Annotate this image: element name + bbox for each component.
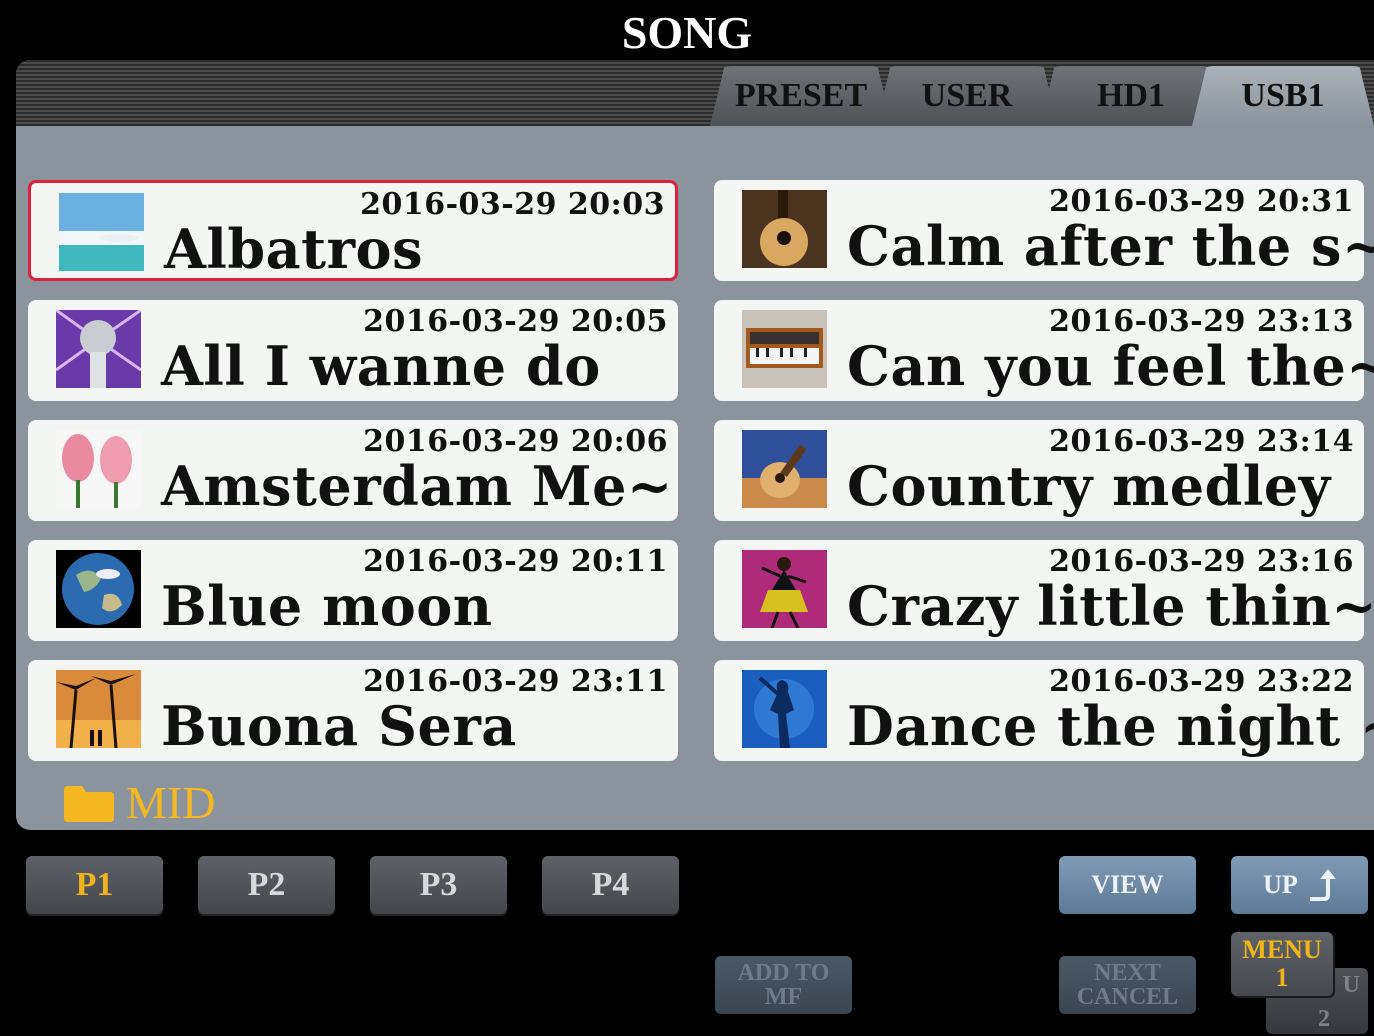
page-button-p1[interactable]: P1 bbox=[26, 856, 163, 914]
earth-icon bbox=[56, 550, 141, 628]
song-name: Dance the night ~ bbox=[847, 694, 1374, 758]
tab-user[interactable]: USER bbox=[876, 66, 1058, 126]
page-button-p4[interactable]: P4 bbox=[542, 856, 679, 914]
song-item-calm-after-the-storm[interactable]: 2016-03-29 20:31 Calm after the s~ bbox=[714, 180, 1374, 281]
song-name: Country medley bbox=[847, 454, 1331, 518]
song-item-albatros[interactable]: 2016-03-29 20:03 Albatros bbox=[28, 180, 678, 281]
add-to-mf-label-1: ADD TO bbox=[737, 960, 830, 986]
guitar-sky-icon bbox=[742, 430, 827, 508]
song-name: Can you feel the~ bbox=[847, 334, 1374, 398]
tab-preset[interactable]: PRESET bbox=[710, 66, 892, 126]
view-button[interactable]: VIEW bbox=[1059, 856, 1196, 914]
song-name: Calm after the s~ bbox=[847, 214, 1374, 278]
song-item-crazy-little-thing[interactable]: 2016-03-29 23:16 Crazy little thin~ bbox=[714, 540, 1374, 641]
palm-sunset-icon bbox=[56, 670, 141, 748]
song-name: Buona Sera bbox=[161, 694, 517, 758]
menu2-letter: U bbox=[1342, 972, 1360, 998]
song-item-all-i-wanne-do[interactable]: 2016-03-29 20:05 All I wanne do bbox=[28, 300, 678, 401]
tab-usb1[interactable]: USB1 bbox=[1192, 66, 1374, 126]
add-to-mf-button[interactable]: ADD TO MF bbox=[715, 956, 852, 1014]
folder-mid[interactable]: MID bbox=[64, 776, 215, 829]
folder-icon bbox=[64, 785, 114, 822]
up-arrow-icon bbox=[1309, 869, 1336, 901]
song-item-country-medley[interactable]: 2016-03-29 23:14 Country medley bbox=[714, 420, 1364, 521]
dancer-icon bbox=[742, 550, 827, 628]
page-button-p2[interactable]: P2 bbox=[198, 856, 335, 914]
song-item-blue-moon[interactable]: 2016-03-29 20:11 Blue moon bbox=[28, 540, 678, 641]
tulips-icon bbox=[56, 430, 141, 508]
cancel-label: CANCEL bbox=[1076, 984, 1179, 1010]
song-item-can-you-feel-the[interactable]: 2016-03-29 23:13 Can you feel the~ bbox=[714, 300, 1374, 401]
menu1-label: MENU bbox=[1242, 935, 1322, 964]
menu-1-button[interactable]: MENU 1 bbox=[1231, 932, 1333, 996]
next-label: NEXT bbox=[1094, 960, 1161, 986]
song-name: Blue moon bbox=[161, 574, 493, 638]
menu1-number: 1 bbox=[1275, 963, 1289, 992]
ocean-beach-icon bbox=[59, 193, 144, 271]
up-label: UP bbox=[1263, 870, 1298, 899]
screen-title: SONG bbox=[621, 7, 753, 58]
add-to-mf-label-2: MF bbox=[764, 984, 803, 1010]
song-name: All I wanne do bbox=[161, 334, 601, 398]
song-item-buona-sera[interactable]: 2016-03-29 23:11 Buona Sera bbox=[28, 660, 678, 761]
acoustic-guitar-icon bbox=[742, 190, 827, 268]
menu2-number: 2 bbox=[1318, 1006, 1330, 1032]
synthesizer-icon bbox=[742, 310, 827, 388]
song-name: Amsterdam Me~ bbox=[161, 454, 673, 518]
up-button[interactable]: UP bbox=[1231, 856, 1368, 914]
song-name: Crazy little thin~ bbox=[847, 574, 1374, 638]
tab-bar: PRESET USER HD1 USB1 bbox=[16, 60, 1374, 126]
view-label: VIEW bbox=[1091, 870, 1164, 899]
folder-label: MID bbox=[126, 777, 216, 828]
song-item-amsterdam[interactable]: 2016-03-29 20:06 Amsterdam Me~ bbox=[28, 420, 678, 521]
song-browser-panel: PRESET USER HD1 USB1 2016-03-29 20:03 Al… bbox=[16, 60, 1374, 830]
dancer-silhouette-icon bbox=[742, 670, 827, 748]
song-item-dance-the-night[interactable]: 2016-03-29 23:22 Dance the night ~ bbox=[714, 660, 1374, 761]
song-name: Albatros bbox=[164, 217, 423, 281]
page-button-p3[interactable]: P3 bbox=[370, 856, 507, 914]
microphone-icon bbox=[56, 310, 141, 388]
next-cancel-button[interactable]: NEXT CANCEL bbox=[1059, 956, 1196, 1014]
